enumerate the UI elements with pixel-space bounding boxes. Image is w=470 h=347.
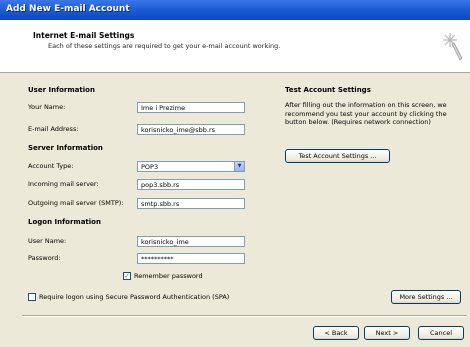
remember-password-label: Remember password [134,272,203,280]
password-label: Password: [28,254,61,262]
server-information-heading: Server Information [28,144,103,152]
your-name-input[interactable]: Ime i Prezime [137,102,245,113]
spa-checkbox[interactable] [28,293,36,301]
incoming-server-label: Incoming mail server: [28,180,99,188]
user-information-heading: User Information [28,86,95,94]
wizard-wand-icon [443,33,463,61]
account-type-select[interactable]: POP3 ▼ [137,161,245,172]
test-settings-heading: Test Account Settings [285,86,371,94]
user-name-label: User Name: [28,237,67,245]
account-type-value: POP3 [141,163,159,171]
footer-divider [22,315,467,317]
wizard-header: Internet E-mail Settings Each of these s… [0,20,470,73]
chevron-down-icon[interactable]: ▼ [234,162,244,171]
outgoing-server-input[interactable]: smtp.sbb.rs [137,198,245,209]
password-input[interactable]: ********** [137,253,245,264]
page-title: Internet E-mail Settings [33,31,135,40]
window-title: Add New E-mail Account [6,4,130,14]
logon-information-heading: Logon Information [28,218,101,226]
your-name-label: Your Name: [28,103,66,111]
incoming-server-input[interactable]: pop3.sbb.rs [137,179,245,190]
spa-label: Require logon using Secure Password Auth… [39,293,230,301]
add-email-account-window: Add New E-mail Account Internet E-mail S… [0,0,470,347]
outgoing-server-label: Outgoing mail server (SMTP): [28,199,124,207]
remember-password-checkbox[interactable]: ✓ [123,272,131,280]
user-name-input[interactable]: korisnicko_ime [137,236,245,247]
page-subtitle: Each of these settings are required to g… [48,42,281,50]
test-account-settings-button[interactable]: Test Account Settings ... [285,149,390,163]
email-address-label: E-mail Address: [28,125,79,133]
account-type-label: Account Type: [28,162,74,170]
next-button[interactable]: Next > [364,326,410,340]
back-button[interactable]: < Back [313,326,359,340]
cancel-button[interactable]: Cancel [418,326,464,340]
email-address-input[interactable]: korisnicko_ime@sbb.rs [137,124,245,135]
test-settings-description: After filling out the information on thi… [285,101,447,126]
title-bar[interactable]: Add New E-mail Account [0,0,470,20]
more-settings-button[interactable]: More Settings ... [391,290,461,304]
